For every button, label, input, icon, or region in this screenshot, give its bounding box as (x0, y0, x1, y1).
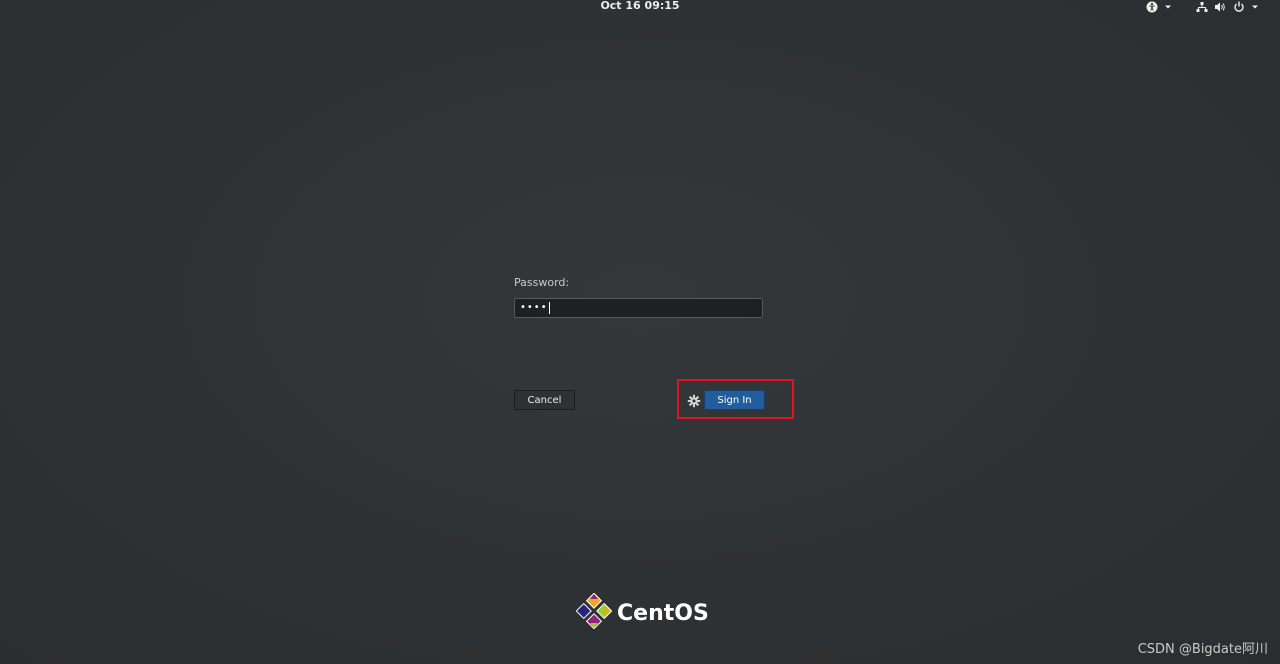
login-form: Password: •••• Cancel Sign In (514, 276, 766, 410)
centos-logo-text: CentOS (617, 600, 709, 626)
cancel-button[interactable]: Cancel (514, 390, 575, 410)
network-icon (1196, 1, 1208, 13)
centos-logo-icon (575, 592, 613, 633)
text-caret (548, 302, 550, 314)
chevron-down-icon (1251, 4, 1259, 10)
centos-logo: CentOS (575, 592, 709, 633)
top-bar: Oct 16 09:15 (0, 0, 1280, 13)
system-menu[interactable] (1196, 0, 1259, 13)
highlight-box (677, 379, 794, 419)
password-field[interactable]: •••• (514, 298, 763, 318)
accessibility-menu[interactable] (1146, 0, 1172, 13)
watermark: CSDN @Bigdate阿川 (1137, 642, 1268, 657)
login-screen: Oct 16 09:15 Password: •••• Cancel Sign … (0, 0, 1280, 664)
clock[interactable]: Oct 16 09:15 (0, 0, 1280, 12)
accessibility-icon (1146, 1, 1158, 13)
password-value: •••• (520, 302, 548, 313)
password-label: Password: (514, 276, 570, 289)
power-icon (1233, 1, 1245, 13)
volume-icon (1214, 1, 1227, 13)
chevron-down-icon (1164, 4, 1172, 10)
